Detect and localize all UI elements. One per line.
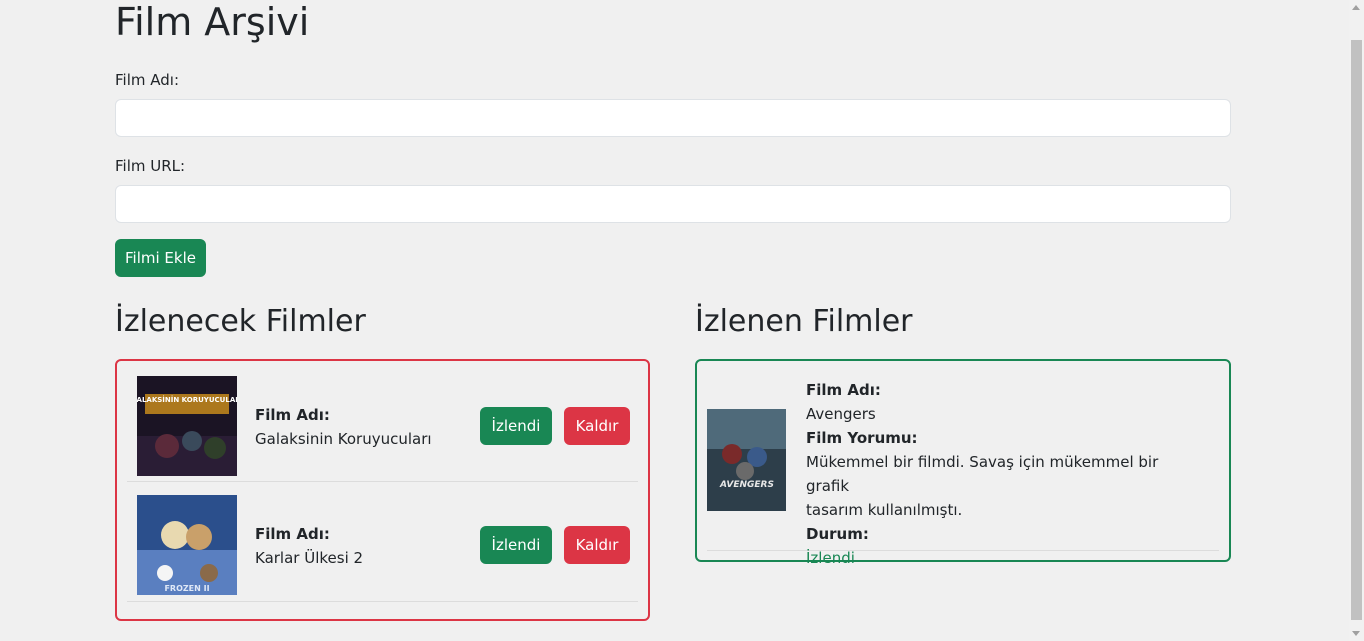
film-review-line: tasarım kullanılmıştı. [806, 501, 963, 519]
film-name-label: Film Adı: [806, 381, 881, 399]
list-item: AVENGERS Film Adı: Avengers Film Yorumu:… [707, 361, 1219, 567]
list-item: GALAKSİNİN KORUYUCULARI Film Adı: Galaks… [127, 361, 638, 482]
watched-button[interactable]: İzlendi [480, 526, 552, 564]
film-name: Avengers [806, 405, 876, 423]
movie-info: Film Adı: Karlar Ülkesi 2 [255, 522, 363, 570]
film-url-input[interactable] [115, 185, 1231, 223]
film-name-label: Film Adı: [255, 525, 330, 543]
poster-text: FROZEN II [164, 584, 209, 593]
movie-poster: AVENGERS [707, 409, 786, 511]
scroll-down-icon[interactable] [1352, 631, 1360, 636]
watched-panel: AVENGERS Film Adı: Avengers Film Yorumu:… [695, 359, 1231, 567]
poster-text: AVENGERS [719, 480, 774, 490]
page-title: Film Arşivi [115, 0, 310, 44]
list-item: FROZEN II Film Adı: Karlar Ülkesi 2 İzle… [127, 482, 638, 602]
to-watch-heading: İzlenecek Filmler [115, 304, 366, 339]
remove-button[interactable]: Kaldır [564, 526, 630, 564]
film-review-line: Mükemmel bir filmdi. Savaş için mükemmel… [806, 453, 1159, 495]
watched-heading: İzlenen Filmler [695, 304, 913, 339]
film-name-input[interactable] [115, 99, 1231, 137]
film-name: Karlar Ülkesi 2 [255, 549, 364, 567]
remove-button[interactable]: Kaldır [564, 407, 630, 445]
poster-text: GALAKSİNİN KORUYUCULARI [137, 395, 237, 404]
movie-info: Film Adı: Avengers Film Yorumu: Mükemmel… [806, 378, 1206, 570]
add-film-button[interactable]: Filmi Ekle [115, 239, 206, 277]
to-watch-panel: GALAKSİNİN KORUYUCULARI Film Adı: Galaks… [115, 359, 650, 621]
scroll-up-icon[interactable] [1352, 5, 1360, 10]
film-name: Galaksinin Koruyucuları [255, 430, 432, 448]
status-label: Durum: [806, 525, 869, 543]
status-value: İzlendi [806, 549, 855, 567]
film-name-label: Film Adı: [115, 71, 179, 89]
film-review-label: Film Yorumu: [806, 429, 918, 447]
movie-poster: FROZEN II [137, 495, 237, 595]
movie-poster: GALAKSİNİN KORUYUCULARI [137, 376, 237, 476]
vertical-scrollbar[interactable] [1349, 0, 1364, 641]
watched-button[interactable]: İzlendi [480, 407, 552, 445]
movie-info: Film Adı: Galaksinin Koruyucuları [255, 403, 432, 451]
scrollbar-thumb[interactable] [1351, 40, 1362, 620]
film-url-label: Film URL: [115, 157, 186, 175]
film-name-label: Film Adı: [255, 406, 330, 424]
